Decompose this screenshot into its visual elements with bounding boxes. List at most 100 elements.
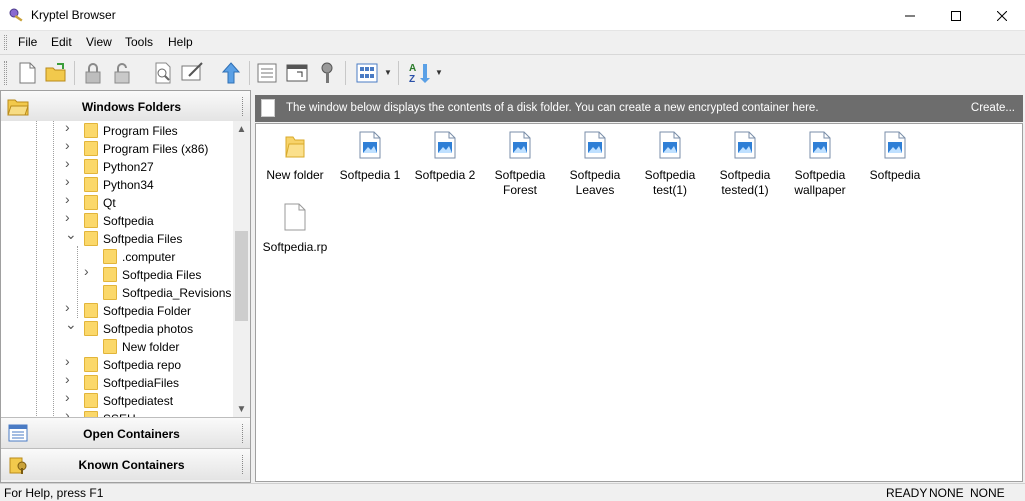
expand-chevron-icon[interactable]: › bbox=[65, 192, 75, 206]
tree-item-label: Python27 bbox=[103, 160, 154, 174]
file-item[interactable]: Softpedia.rp bbox=[257, 203, 333, 255]
file-item[interactable]: Softpedia Forest bbox=[482, 131, 558, 198]
expand-chevron-icon[interactable]: › bbox=[65, 408, 75, 417]
known-containers-icon bbox=[9, 457, 27, 474]
menu-edit[interactable]: Edit bbox=[51, 35, 72, 49]
file-name: Softpedia Leaves bbox=[569, 168, 621, 197]
menu-help[interactable]: Help bbox=[168, 35, 193, 49]
file-name: New folder bbox=[266, 168, 324, 182]
tree-guide-line bbox=[53, 121, 54, 417]
tree-guide-line bbox=[77, 246, 78, 318]
file-name: Softpedia bbox=[869, 168, 921, 182]
folder-icon bbox=[84, 411, 98, 417]
maximize-button[interactable] bbox=[933, 0, 979, 31]
folder-icon bbox=[84, 177, 98, 192]
folder-icon bbox=[84, 213, 98, 228]
window-icon[interactable] bbox=[284, 60, 310, 86]
expand-chevron-icon[interactable]: › bbox=[65, 156, 75, 170]
minimize-button[interactable] bbox=[887, 0, 933, 31]
status-help: For Help, press F1 bbox=[4, 486, 104, 500]
folder-icon bbox=[84, 231, 98, 246]
file-name: Softpedia.rp bbox=[262, 240, 328, 254]
file-item[interactable]: New folder bbox=[257, 131, 333, 183]
windows-folders-header[interactable]: Windows Folders bbox=[1, 91, 250, 122]
unlock-icon[interactable] bbox=[109, 60, 135, 86]
status-cell-3: NONE bbox=[970, 486, 1005, 500]
tree-item-label: Program Files (x86) bbox=[103, 142, 209, 156]
expand-chevron-icon[interactable]: › bbox=[65, 174, 75, 188]
left-panel: Windows Folders › Program Files › Program F… bbox=[0, 90, 251, 483]
expand-chevron-icon[interactable]: › bbox=[65, 300, 75, 314]
open-containers-label: Open Containers bbox=[83, 427, 180, 441]
file-item[interactable]: Softpedia test(1) bbox=[632, 131, 708, 198]
folder-tree: › Program Files › Program Files (x86) › Pytho… bbox=[1, 121, 250, 418]
sort-az-icon[interactable]: A Z bbox=[406, 60, 432, 86]
collapse-chevron-icon[interactable]: ⌄ bbox=[65, 317, 77, 331]
folder-open-icon bbox=[7, 99, 29, 116]
svg-text:A: A bbox=[409, 63, 416, 74]
edit-icon[interactable] bbox=[179, 60, 205, 86]
search-file-icon[interactable] bbox=[150, 60, 176, 86]
sort-dropdown-arrow-icon[interactable]: ▼ bbox=[435, 68, 443, 77]
info-banner: The window below displays the contents o… bbox=[255, 95, 1023, 122]
file-view: New folder Softpedia 1 Softpedia 2 Softpedi… bbox=[255, 123, 1023, 482]
file-name: Softpedia wallpaper bbox=[794, 168, 846, 197]
expand-chevron-icon[interactable]: › bbox=[84, 264, 94, 278]
file-name: Softpedia 1 bbox=[339, 168, 401, 182]
folder-icon bbox=[84, 141, 98, 156]
file-name: Softpedia test(1) bbox=[644, 168, 696, 197]
icons-view-icon[interactable] bbox=[354, 60, 380, 86]
scroll-thumb[interactable] bbox=[235, 231, 248, 321]
up-arrow-icon[interactable] bbox=[218, 60, 244, 86]
view-dropdown-arrow-icon[interactable]: ▼ bbox=[384, 68, 392, 77]
folder-icon bbox=[84, 303, 98, 318]
tree-item-label: Python34 bbox=[103, 178, 154, 192]
file-item[interactable]: Softpedia wallpaper bbox=[782, 131, 858, 198]
known-containers-header[interactable]: Known Containers bbox=[1, 449, 250, 480]
file-item[interactable]: Softpedia Leaves bbox=[557, 131, 633, 198]
close-button[interactable] bbox=[979, 0, 1025, 31]
image-file-icon bbox=[359, 131, 381, 159]
folder-icon bbox=[84, 159, 98, 174]
key-icon[interactable] bbox=[314, 60, 340, 86]
expand-chevron-icon[interactable]: › bbox=[65, 121, 75, 134]
expand-chevron-icon[interactable]: › bbox=[65, 372, 75, 386]
expand-chevron-icon[interactable]: › bbox=[65, 210, 75, 224]
collapse-chevron-icon[interactable]: ⌄ bbox=[65, 227, 77, 241]
menu-view[interactable]: View bbox=[86, 35, 112, 49]
menu-tools[interactable]: Tools bbox=[125, 35, 153, 49]
file-item[interactable]: Softpedia tested(1) bbox=[707, 131, 783, 198]
file-item[interactable]: Softpedia 1 bbox=[332, 131, 408, 183]
minimize-icon bbox=[905, 15, 915, 16]
create-link[interactable]: Create... bbox=[971, 102, 1015, 114]
expand-chevron-icon[interactable]: › bbox=[65, 354, 75, 368]
lock-icon[interactable] bbox=[80, 60, 106, 86]
new-file-icon[interactable] bbox=[14, 60, 40, 86]
right-panel: The window below displays the contents o… bbox=[255, 90, 1025, 483]
tree-item-label: Softpedia Folder bbox=[103, 304, 192, 318]
tree-scrollbar[interactable]: ▲ ▼ bbox=[233, 121, 250, 417]
file-name: Softpedia 2 bbox=[414, 168, 476, 182]
window-title: Kryptel Browser bbox=[31, 8, 116, 22]
open-containers-header[interactable]: Open Containers bbox=[1, 418, 250, 449]
tree-item-label: .computer bbox=[122, 250, 176, 264]
open-containers-icon bbox=[8, 424, 28, 442]
menu-file[interactable]: File bbox=[18, 35, 37, 49]
list-view-icon[interactable] bbox=[254, 60, 280, 86]
close-icon bbox=[997, 10, 1007, 21]
expand-chevron-icon[interactable]: › bbox=[65, 390, 75, 404]
file-item[interactable]: Softpedia 2 bbox=[407, 131, 483, 183]
menu-bar: File Edit View Tools Help bbox=[0, 31, 1025, 54]
title-bar: Kryptel Browser bbox=[0, 0, 1025, 31]
open-folder-icon[interactable] bbox=[43, 60, 69, 86]
expand-chevron-icon[interactable]: › bbox=[65, 138, 75, 152]
folder-icon bbox=[103, 249, 117, 264]
scroll-down-icon[interactable]: ▼ bbox=[233, 401, 250, 417]
status-state: READY bbox=[886, 486, 928, 500]
scroll-up-icon[interactable]: ▲ bbox=[233, 121, 250, 138]
file-item[interactable]: Softpedia bbox=[857, 131, 933, 183]
folder-icon bbox=[84, 375, 98, 390]
toolbar-grip bbox=[4, 61, 7, 85]
windows-folders-label: Windows Folders bbox=[81, 100, 182, 114]
image-file-icon bbox=[734, 131, 756, 159]
